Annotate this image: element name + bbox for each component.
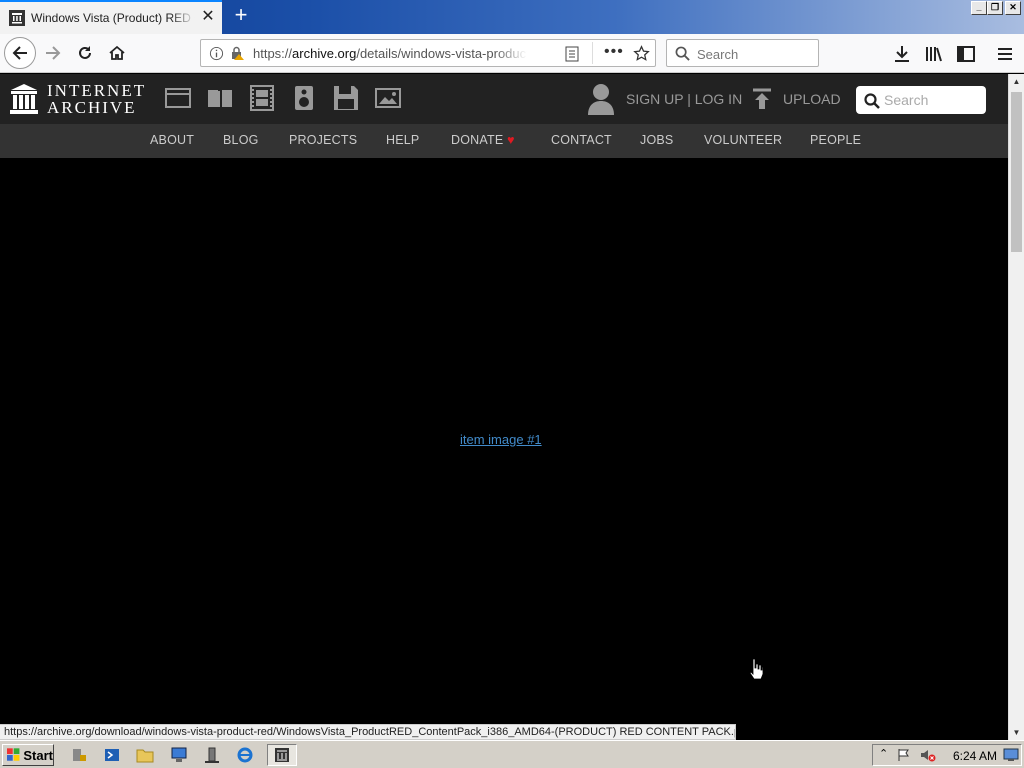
show-hidden-icons-icon[interactable]: ⌃: [879, 747, 888, 760]
page-actions-icon[interactable]: •••: [604, 43, 624, 61]
ia-header: INTERNET ARCHIVE SIGN UP | LOG IN UPLOAD…: [0, 74, 1008, 124]
logo-line-2: ARCHIVE: [47, 98, 137, 117]
scroll-up-arrow-icon[interactable]: ▲: [1009, 74, 1024, 89]
ia-search-icon: [864, 93, 880, 109]
browser-tab-strip: Windows Vista (Product) RED Content Pack…: [0, 0, 1024, 34]
logo-line-1: INTERNET: [47, 81, 147, 100]
signup-login-link[interactable]: SIGN UP | LOG IN: [626, 91, 742, 107]
show-desktop-icon[interactable]: [1003, 748, 1019, 762]
user-avatar-icon[interactable]: [587, 82, 615, 116]
hamburger-menu-icon[interactable]: [996, 45, 1014, 63]
start-label: Start: [23, 747, 53, 763]
texts-book-icon[interactable]: [207, 85, 233, 111]
nav-about[interactable]: ABOUT: [150, 133, 194, 147]
firefox-taskbar-button[interactable]: [267, 744, 297, 766]
action-center-flag-icon[interactable]: [897, 748, 911, 762]
forward-arrow-icon: [46, 46, 61, 60]
audio-speaker-icon[interactable]: [291, 85, 317, 111]
windows-taskbar: Start ⌃ 6:24 AM: [0, 740, 1024, 768]
ia-nav-bar: ABOUT BLOG PROJECTS HELP DONATE ♥ CONTAC…: [0, 124, 1008, 158]
nav-people[interactable]: PEOPLE: [810, 133, 861, 147]
nav-help[interactable]: HELP: [386, 133, 419, 147]
upload-link[interactable]: UPLOAD: [783, 91, 841, 107]
back-arrow-icon: [12, 46, 27, 60]
scroll-down-arrow-icon[interactable]: ▼: [1009, 725, 1024, 740]
server-manager-icon[interactable]: [68, 745, 90, 765]
browser-tab[interactable]: Windows Vista (Product) RED Content Pack…: [0, 0, 222, 34]
explorer-folder-icon[interactable]: [134, 745, 156, 765]
browser-toolbar: https://archive.org/details/windows-vist…: [0, 34, 1024, 73]
nav-contact[interactable]: CONTACT: [551, 133, 612, 147]
nav-donate[interactable]: DONATE ♥: [451, 133, 515, 147]
software-floppy-icon[interactable]: [333, 85, 359, 111]
home-icon: [109, 45, 125, 60]
tab-title: Windows Vista (Product) RED Content Pack: [31, 11, 195, 25]
ia-logo-text[interactable]: INTERNET ARCHIVE: [47, 82, 146, 116]
ia-search-placeholder: Search: [884, 92, 929, 108]
nav-volunteer[interactable]: VOLUNTEER: [704, 133, 782, 147]
start-button[interactable]: Start: [2, 744, 54, 766]
back-button[interactable]: [4, 37, 36, 69]
forward-button[interactable]: [38, 38, 68, 68]
item-image-link[interactable]: item image #1: [460, 432, 542, 447]
system-tray: ⌃ 6:24 AM: [872, 744, 1022, 766]
library-icon[interactable]: [925, 45, 943, 63]
web-archive-icon[interactable]: [165, 85, 191, 111]
tab-close-icon[interactable]: ✕: [200, 9, 216, 26]
lock-warning-icon[interactable]: [229, 45, 245, 61]
windows-logo-icon: [7, 748, 20, 761]
url-text: https://archive.org/details/windows-vist…: [253, 46, 527, 61]
search-placeholder: Search: [697, 47, 739, 62]
ia-search-input[interactable]: Search: [856, 86, 986, 114]
nav-donate-label: DONATE: [451, 133, 504, 147]
sidebar-icon[interactable]: [957, 45, 975, 63]
video-film-icon[interactable]: [249, 85, 275, 111]
close-window-button[interactable]: ✕: [1005, 1, 1021, 15]
reader-view-icon[interactable]: [565, 46, 579, 62]
link-status-bar: https://archive.org/download/windows-vis…: [0, 724, 736, 740]
nav-projects[interactable]: PROJECTS: [289, 133, 357, 147]
scrollbar-thumb[interactable]: [1011, 92, 1022, 252]
terminal-server-icon[interactable]: [201, 745, 223, 765]
vertical-scrollbar[interactable]: ▲ ▼: [1008, 74, 1024, 740]
restore-window-button[interactable]: ❐: [987, 1, 1003, 15]
nav-blog[interactable]: BLOG: [223, 133, 259, 147]
powershell-icon[interactable]: [101, 745, 123, 765]
archive-logo-icon[interactable]: [10, 83, 38, 115]
internet-explorer-icon[interactable]: [234, 745, 256, 765]
remote-desktop-icon[interactable]: [168, 745, 190, 765]
reload-button[interactable]: [70, 38, 100, 68]
home-button[interactable]: [102, 38, 132, 68]
nav-jobs[interactable]: JOBS: [640, 133, 673, 147]
minimize-window-button[interactable]: _: [971, 1, 987, 15]
search-icon: [675, 46, 690, 61]
info-icon[interactable]: [209, 46, 224, 61]
item-image-viewer: item image #1: [0, 158, 1008, 724]
downloads-icon[interactable]: [893, 45, 911, 63]
hand-cursor-icon: [749, 658, 764, 680]
heart-icon: ♥: [507, 133, 515, 147]
new-tab-button[interactable]: +: [230, 4, 252, 28]
volume-muted-icon[interactable]: [920, 748, 936, 762]
reload-icon: [79, 46, 91, 59]
archive-favicon-icon: [9, 10, 25, 26]
url-bar[interactable]: https://archive.org/details/windows-vist…: [200, 39, 656, 67]
clock[interactable]: 6:24 AM: [953, 749, 997, 763]
upload-icon[interactable]: [752, 88, 772, 110]
browser-search-box[interactable]: Search: [666, 39, 819, 67]
bookmark-star-icon[interactable]: [633, 45, 650, 62]
images-icon[interactable]: [375, 85, 401, 111]
